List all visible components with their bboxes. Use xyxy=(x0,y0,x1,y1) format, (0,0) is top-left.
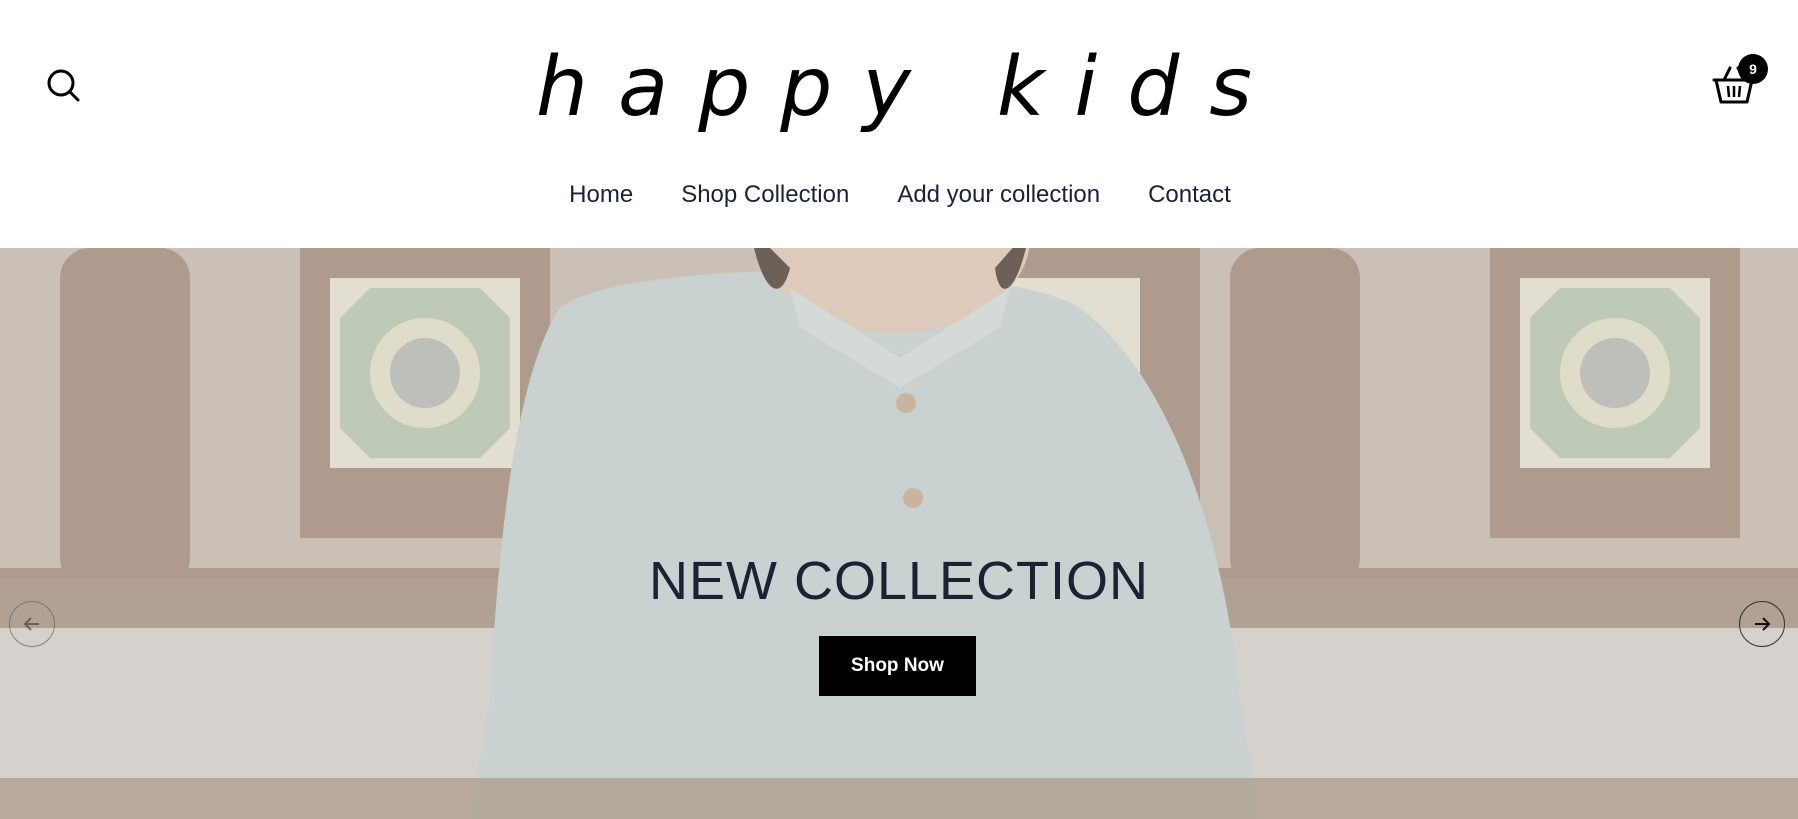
arrow-right-icon xyxy=(1755,617,1771,631)
cart-count-badge: 9 xyxy=(1738,54,1768,84)
hero-title: NEW COLLECTION xyxy=(648,551,1150,611)
arrow-left-icon xyxy=(23,617,39,631)
hero-slider: NEW COLLECTION Shop Now xyxy=(0,248,1798,819)
shop-now-button[interactable]: Shop Now xyxy=(819,636,976,696)
nav-item-home[interactable]: Home xyxy=(569,174,633,216)
nav-item-add-your-collection[interactable]: Add your collection xyxy=(897,174,1100,216)
site-logo[interactable]: happy kids xyxy=(0,38,1798,138)
slider-next-button[interactable] xyxy=(1739,601,1785,647)
main-nav: Home Shop Collection Add your collection… xyxy=(0,174,1798,216)
site-header: happy kids 9 Home Shop Collection Add yo… xyxy=(0,0,1798,248)
slider-prev-button[interactable] xyxy=(9,601,55,647)
nav-item-shop-collection[interactable]: Shop Collection xyxy=(681,174,849,216)
hero-image xyxy=(0,248,1798,819)
nav-item-contact[interactable]: Contact xyxy=(1148,174,1231,216)
